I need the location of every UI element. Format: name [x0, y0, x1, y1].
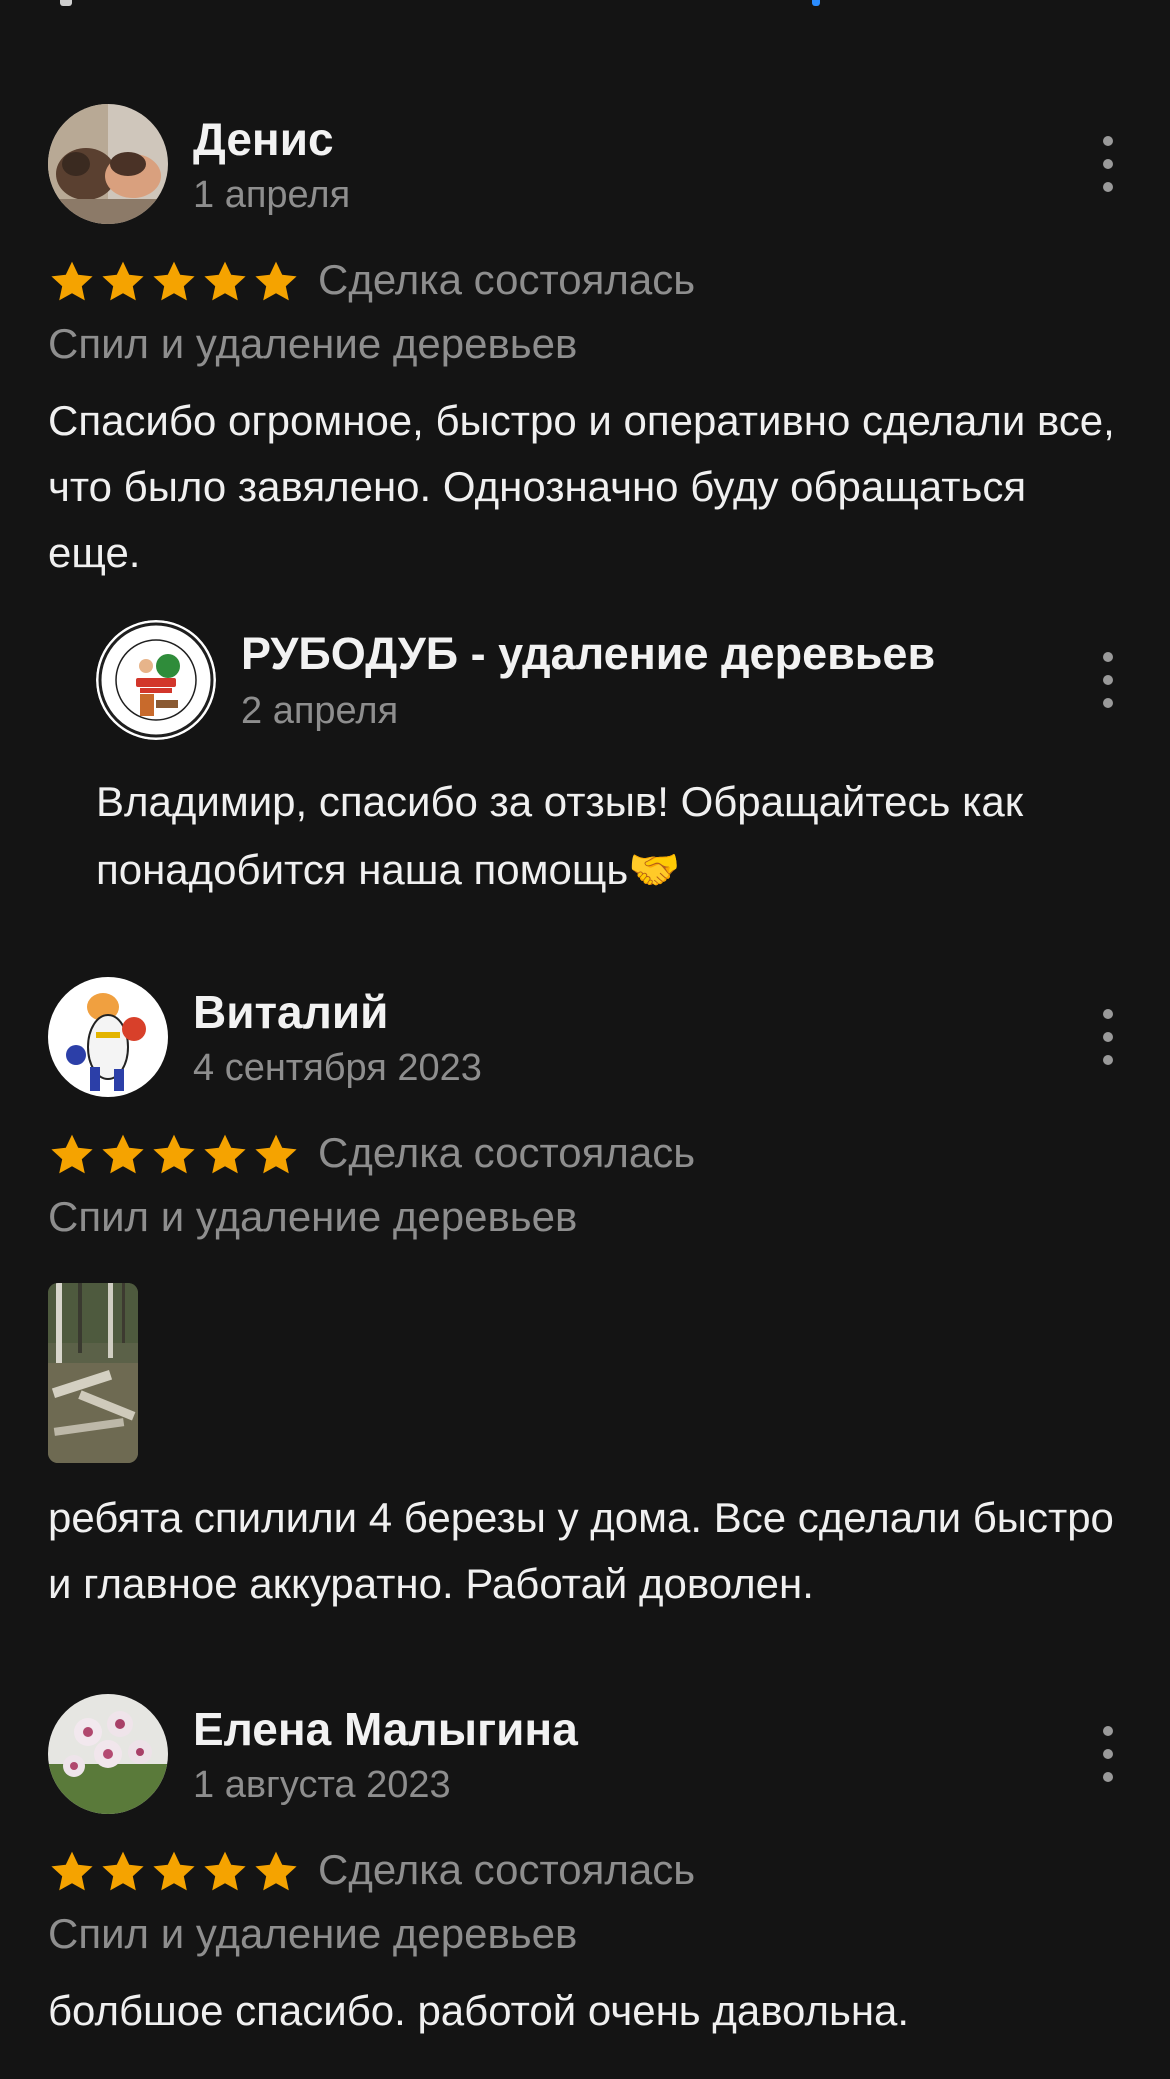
more-vertical-icon[interactable]	[1088, 136, 1128, 192]
star-icon	[102, 261, 144, 301]
avatar[interactable]	[48, 977, 168, 1097]
more-vertical-icon[interactable]	[1088, 652, 1128, 708]
review-date: 4 сентября 2023	[193, 1047, 482, 1089]
review-text: ребята спилили 4 березы у дома. Все сдел…	[48, 1494, 1114, 1607]
reply-date: 2 апреля	[241, 690, 399, 732]
review-author[interactable]: Денис	[193, 112, 334, 166]
review-text: болбшое спасибо. работой очень давольна.	[48, 1987, 910, 2034]
more-vertical-icon[interactable]	[1088, 1726, 1128, 1782]
star-icon	[102, 1851, 144, 1891]
review-author[interactable]: Елена Малыгина	[193, 1702, 578, 1756]
star-icon	[153, 1851, 195, 1891]
review-photo[interactable]	[48, 1283, 138, 1463]
star-icon	[51, 1134, 93, 1174]
deal-status: Сделка состоялась	[318, 1846, 696, 1893]
review-category: Спил и удаление деревьев	[48, 1910, 578, 1957]
cutoff-link-fragment	[812, 0, 820, 6]
deal-status: Сделка состоялась	[318, 256, 696, 303]
review-header: Виталий 4 сентября 2023	[48, 977, 1128, 1097]
cutoff-text-fragment	[60, 0, 72, 6]
reply-author[interactable]: РУБОДУБ - удаление деревьев	[241, 628, 935, 680]
more-vertical-icon[interactable]	[1088, 1009, 1128, 1065]
star-icon	[204, 1851, 246, 1891]
review-category: Спил и удаление деревьев	[48, 320, 578, 367]
rating-stars	[48, 258, 300, 306]
review-header: Елена Малыгина 1 августа 2023	[48, 1694, 1128, 1814]
avatar[interactable]	[48, 104, 168, 224]
previous-content-cutoff	[0, 0, 1170, 10]
reply-text: Владимир, спасибо за отзыв! Обращайтесь …	[96, 778, 1024, 893]
rating-stars	[48, 1848, 300, 1896]
review-header: Денис 1 апреля	[48, 104, 1128, 224]
star-icon	[204, 261, 246, 301]
star-icon	[255, 261, 297, 301]
rating-row: Сделка состоялась	[48, 1125, 1128, 1185]
star-icon	[255, 1851, 297, 1891]
review-author[interactable]: Виталий	[193, 985, 388, 1039]
deal-status: Сделка состоялась	[318, 1129, 696, 1176]
star-icon	[204, 1134, 246, 1174]
star-icon	[51, 261, 93, 301]
review-date: 1 апреля	[193, 174, 351, 216]
reply-header: РУБОДУБ - удаление деревьев 2 апреля	[96, 620, 1128, 740]
rating-stars	[48, 1131, 300, 1179]
company-logo[interactable]	[96, 620, 216, 740]
rating-row: Сделка состоялась	[48, 1842, 1128, 1902]
review-category: Спил и удаление деревьев	[48, 1193, 578, 1240]
star-icon	[102, 1134, 144, 1174]
review-date: 1 августа 2023	[193, 1764, 451, 1806]
star-icon	[153, 261, 195, 301]
star-icon	[153, 1134, 195, 1174]
rating-row: Сделка состоялась	[48, 252, 1128, 312]
star-icon	[255, 1134, 297, 1174]
star-icon	[51, 1851, 93, 1891]
review-text: Спасибо огромное, быстро и оперативно сд…	[48, 397, 1115, 576]
avatar[interactable]	[48, 1694, 168, 1814]
